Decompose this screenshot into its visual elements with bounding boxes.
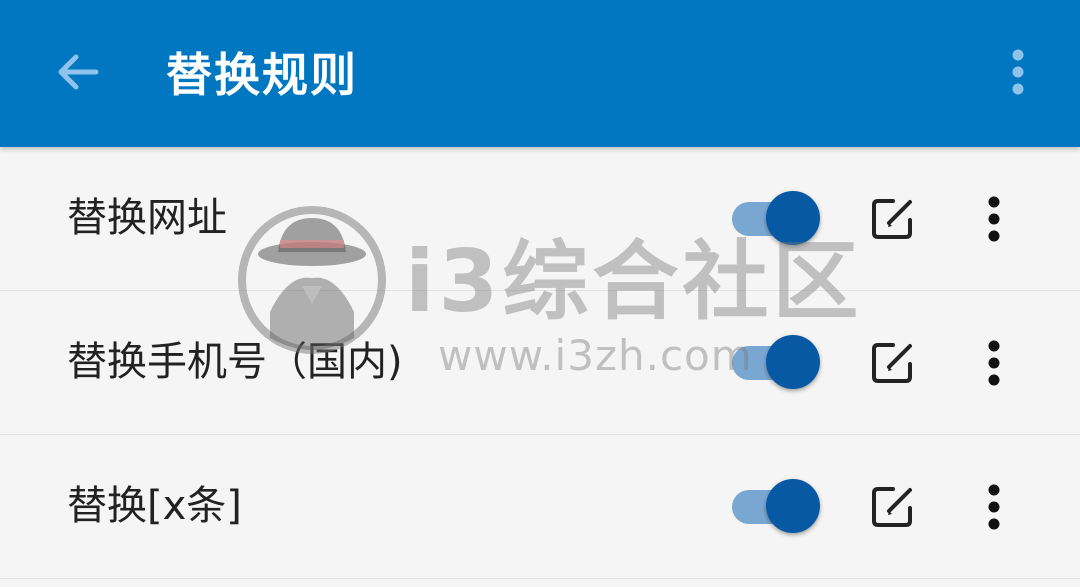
list-item: 替换[x条] [0, 435, 1080, 579]
rule-label: 替换[x条] [67, 483, 242, 529]
rule-more-button[interactable] [968, 187, 1020, 251]
page-title: 替换规则 [166, 48, 358, 102]
arrow-left-icon [58, 54, 99, 90]
toggle-thumb [766, 335, 820, 389]
overflow-menu-button[interactable] [986, 34, 1050, 110]
more-vertical-icon [988, 340, 1000, 386]
more-vertical-icon [1012, 49, 1024, 95]
list-item: 替换网址 [0, 147, 1080, 291]
list-item: 替换手机号（国内) [0, 291, 1080, 435]
edit-button[interactable] [866, 193, 918, 245]
edit-button[interactable] [866, 481, 918, 533]
back-button[interactable] [36, 30, 120, 114]
rule-label: 替换手机号（国内) [67, 339, 403, 385]
rule-more-button[interactable] [968, 331, 1020, 395]
rule-toggle[interactable] [732, 191, 824, 247]
edit-icon [872, 199, 912, 239]
more-vertical-icon [988, 196, 1000, 242]
rule-toggle[interactable] [732, 335, 824, 391]
rule-label: 替换网址 [67, 195, 227, 241]
more-vertical-icon [988, 484, 1000, 530]
rule-more-button[interactable] [968, 475, 1020, 539]
toggle-thumb [766, 479, 820, 533]
rule-list: 替换网址 替换手机号（国内) 替换[x条] [0, 147, 1080, 579]
edit-icon [872, 343, 912, 383]
edit-button[interactable] [866, 337, 918, 389]
edit-icon [872, 487, 912, 527]
toggle-thumb [766, 191, 820, 245]
app-window: 替换规则 替换网址 替换手机号（国内) 替换[x条] i3综合社区 www.i3… [0, 0, 1080, 587]
app-bar: 替换规则 [0, 0, 1080, 147]
rule-toggle[interactable] [732, 479, 824, 535]
